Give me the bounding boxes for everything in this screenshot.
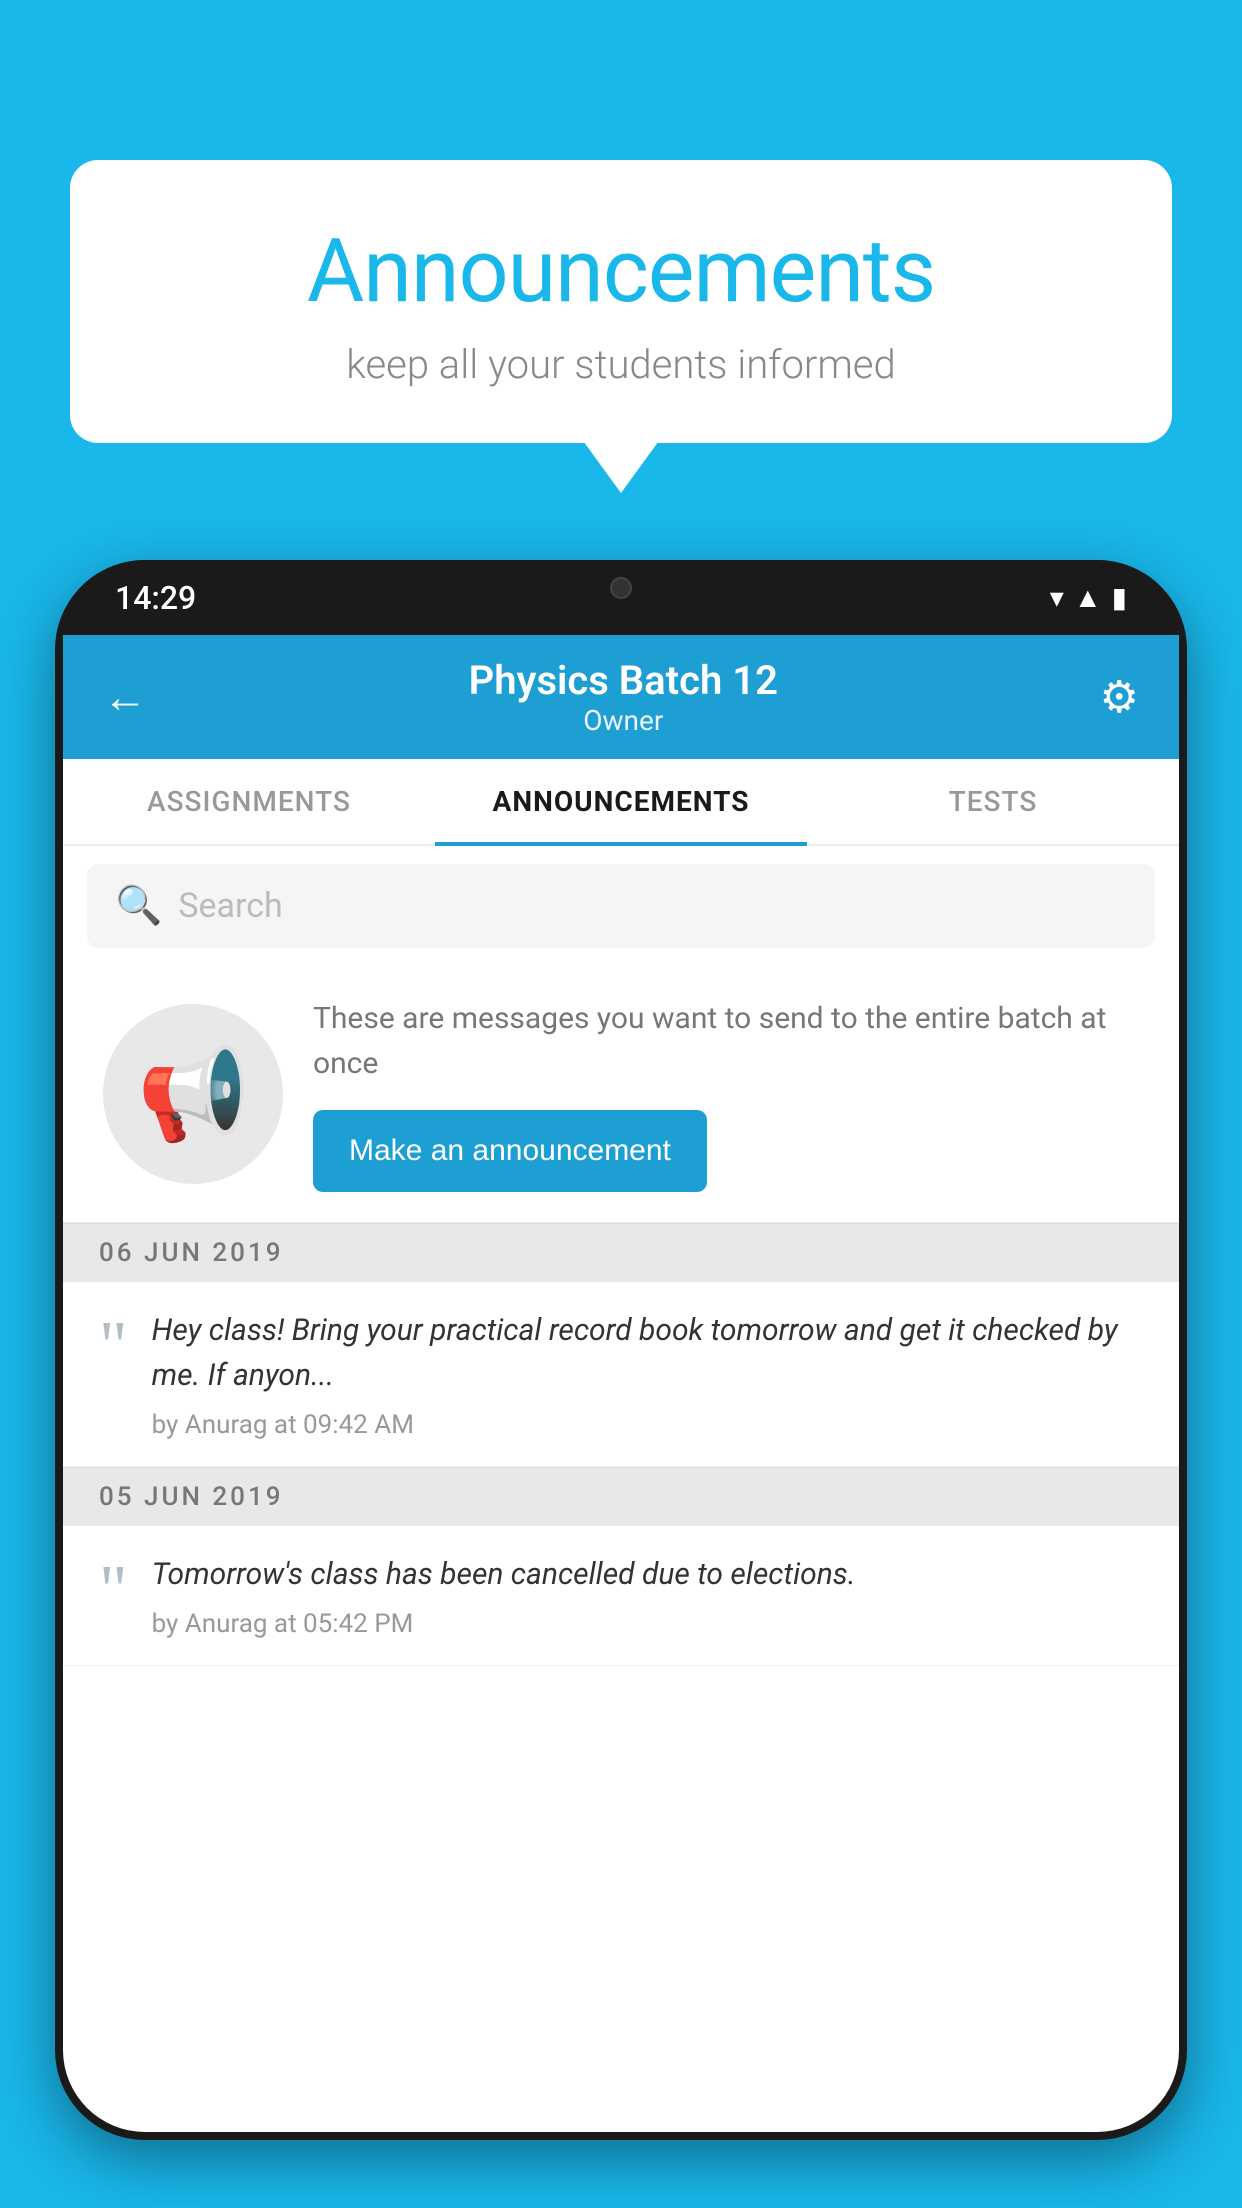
phone-notch xyxy=(521,560,721,615)
search-bar[interactable]: 🔍 Search xyxy=(87,864,1155,948)
status-time: 14:29 xyxy=(115,579,196,617)
status-bar: 14:29 ▾ ▲ ▮ xyxy=(55,560,1187,635)
header-title-group: Physics Batch 12 Owner xyxy=(147,657,1100,737)
make-announcement-button[interactable]: Make an announcement xyxy=(313,1110,707,1192)
announcement-meta-1: by Anurag at 09:42 AM xyxy=(152,1410,1143,1440)
megaphone-circle: 📢 xyxy=(103,1004,283,1184)
speech-bubble-section: Announcements keep all your students inf… xyxy=(70,160,1172,443)
user-role: Owner xyxy=(147,704,1100,737)
tab-announcements[interactable]: ANNOUNCEMENTS xyxy=(435,759,807,844)
announcement-description: These are messages you want to send to t… xyxy=(313,996,1139,1086)
announcement-content-2: Tomorrow's class has been cancelled due … xyxy=(152,1552,1143,1639)
announcement-text-2: Tomorrow's class has been cancelled due … xyxy=(152,1552,1143,1597)
announcement-item-1[interactable]: " Hey class! Bring your practical record… xyxy=(63,1282,1179,1467)
tab-tests[interactable]: TESTS xyxy=(807,759,1179,844)
megaphone-icon: 📢 xyxy=(137,1042,249,1147)
battery-icon: ▮ xyxy=(1112,581,1127,614)
announcement-content-1: Hey class! Bring your practical record b… xyxy=(152,1308,1143,1440)
wifi-icon: ▾ xyxy=(1050,581,1064,614)
announcement-item-2[interactable]: " Tomorrow's class has been cancelled du… xyxy=(63,1526,1179,1666)
announcement-prompt: 📢 These are messages you want to send to… xyxy=(63,966,1179,1223)
search-icon: 🔍 xyxy=(115,884,162,928)
announcement-meta-2: by Anurag at 05:42 PM xyxy=(152,1609,1143,1639)
announcements-subtitle: keep all your students informed xyxy=(110,341,1132,388)
phone-screen: ← Physics Batch 12 Owner ⚙ ASSIGNMENTS A… xyxy=(63,635,1179,2132)
date-separator-1: 06 JUN 2019 xyxy=(63,1223,1179,1282)
announcements-heading: Announcements xyxy=(110,220,1132,323)
quote-icon-2: " xyxy=(99,1556,128,1626)
back-button[interactable]: ← xyxy=(103,671,147,723)
tab-assignments[interactable]: ASSIGNMENTS xyxy=(63,759,435,844)
batch-title: Physics Batch 12 xyxy=(147,657,1100,704)
tabs-bar: ASSIGNMENTS ANNOUNCEMENTS TESTS xyxy=(63,759,1179,846)
phone-wrapper: 14:29 ▾ ▲ ▮ ← Physics Batch 12 Owner ⚙ xyxy=(55,560,1187,2208)
front-camera xyxy=(610,577,632,599)
settings-button[interactable]: ⚙ xyxy=(1100,671,1139,723)
speech-bubble: Announcements keep all your students inf… xyxy=(70,160,1172,443)
date-separator-2: 05 JUN 2019 xyxy=(63,1467,1179,1526)
announcement-text-1: Hey class! Bring your practical record b… xyxy=(152,1308,1143,1398)
app-header: ← Physics Batch 12 Owner ⚙ xyxy=(63,635,1179,759)
search-container: 🔍 Search xyxy=(63,846,1179,966)
search-placeholder: Search xyxy=(178,886,282,926)
announcement-prompt-right: These are messages you want to send to t… xyxy=(313,996,1139,1192)
status-icons: ▾ ▲ ▮ xyxy=(1050,581,1127,614)
quote-icon-1: " xyxy=(99,1312,128,1382)
signal-icon: ▲ xyxy=(1074,581,1102,614)
phone-device: 14:29 ▾ ▲ ▮ ← Physics Batch 12 Owner ⚙ xyxy=(55,560,1187,2140)
